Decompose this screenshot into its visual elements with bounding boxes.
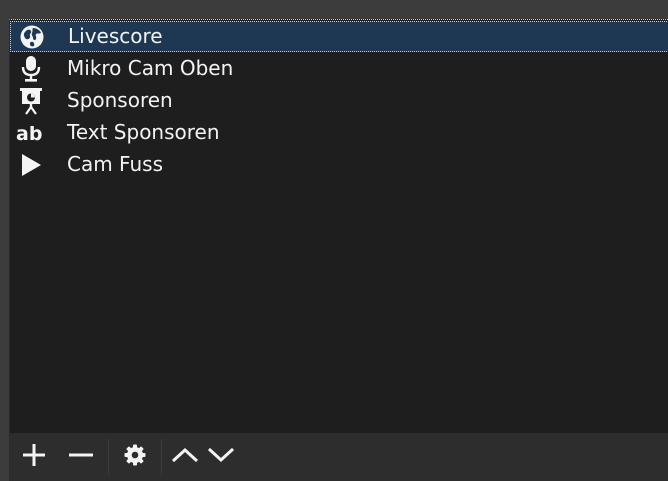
- plus-icon: [22, 443, 46, 471]
- list-item-livescore[interactable]: Livescore: [10, 21, 668, 52]
- text-icon: ab: [12, 117, 50, 148]
- sources-toolbar: [9, 433, 668, 481]
- play-icon: [12, 149, 50, 180]
- slideshow-icon: [12, 85, 50, 116]
- source-properties-button[interactable]: [114, 433, 156, 481]
- list-item-cam-fuss[interactable]: Cam Fuss: [10, 149, 668, 180]
- svg-text:ab: ab: [16, 123, 42, 145]
- chevron-up-icon: [171, 446, 199, 468]
- source-label: Text Sponsoren: [67, 120, 220, 144]
- sources-dock: Livescore Mikro Cam Oben Sponsoren ab Te…: [0, 0, 668, 481]
- globe-icon: [13, 21, 51, 52]
- remove-source-button[interactable]: [59, 433, 103, 481]
- microphone-icon: [12, 53, 50, 84]
- add-source-button[interactable]: [9, 433, 59, 481]
- source-label: Sponsoren: [67, 88, 173, 112]
- move-down-button[interactable]: [203, 433, 239, 481]
- chevron-down-icon: [207, 446, 235, 468]
- source-label: Livescore: [68, 24, 163, 48]
- toolbar-divider: [108, 439, 109, 475]
- sources-list[interactable]: Livescore Mikro Cam Oben Sponsoren ab Te…: [9, 19, 668, 433]
- gear-icon: [124, 444, 146, 470]
- source-label: Cam Fuss: [67, 152, 163, 176]
- list-item-text-sponsoren[interactable]: ab Text Sponsoren: [10, 117, 668, 148]
- list-item-sponsoren[interactable]: Sponsoren: [10, 85, 668, 116]
- toolbar-divider: [161, 439, 162, 475]
- minus-icon: [68, 443, 94, 471]
- list-item-mikro-cam-oben[interactable]: Mikro Cam Oben: [10, 53, 668, 84]
- move-up-button[interactable]: [167, 433, 203, 481]
- source-label: Mikro Cam Oben: [67, 56, 234, 80]
